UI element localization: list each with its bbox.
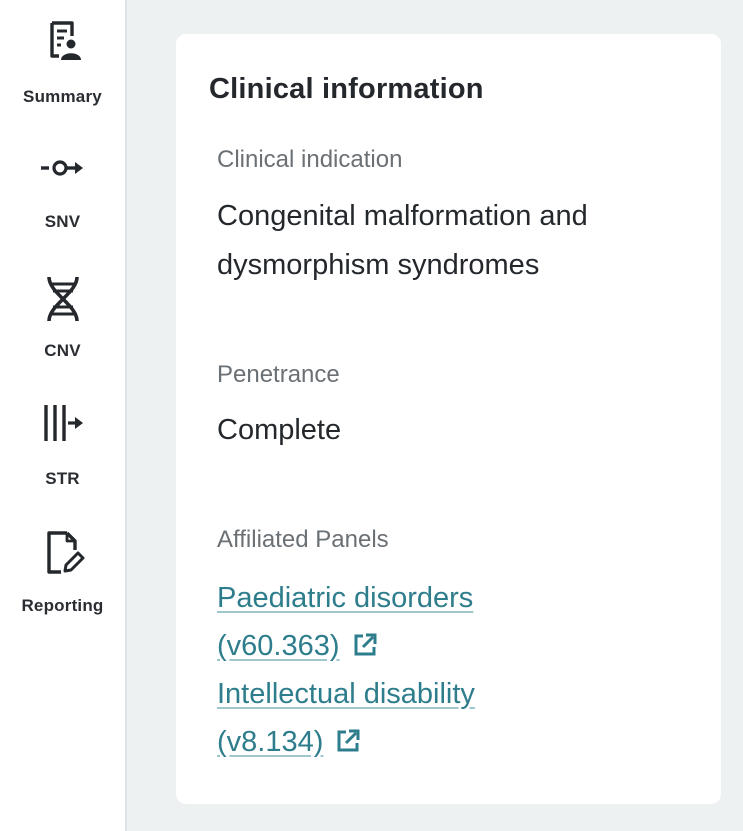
penetrance-label: Penetrance [217,361,340,388]
sidebar: Summary SNV CNV STR Reporting [0,0,127,831]
list-item: Paediatric disorders (v60.363) [217,574,547,670]
affiliated-panels-list: Paediatric disorders (v60.363) Intellect… [217,574,547,766]
penetrance-value: Complete [217,414,342,446]
clinical-indication-label: Clinical indication [217,146,403,173]
sidebar-item-cnv[interactable]: CNV [0,275,125,361]
sidebar-item-label: STR [45,469,80,488]
sidebar-item-snv[interactable]: SNV [0,154,125,232]
external-link-icon[interactable] [352,632,378,658]
list-item: Intellectual disability (v8.134) [217,670,547,766]
clinical-indication-value: Congenital malformation and dysmorphism … [217,200,588,281]
str-icon [43,405,83,441]
external-link-icon[interactable] [335,728,361,754]
sidebar-item-label: CNV [44,341,81,360]
dna-icon [46,276,79,322]
sidebar-item-str[interactable]: STR [0,402,125,489]
sidebar-item-summary[interactable]: Summary [0,18,125,107]
clinical-information-card: Clinical information Clinical indication… [176,34,721,804]
sidebar-item-label: SNV [44,212,81,231]
reporting-icon [46,531,84,574]
sidebar-item-reporting[interactable]: Reporting [0,530,125,616]
sidebar-item-label: Summary [23,87,102,106]
panel-link-paediatric-disorders[interactable]: Paediatric disorders (v60.363) [217,582,473,662]
sidebar-item-label: Reporting [21,596,104,615]
snv-icon [40,160,83,176]
summary-icon [49,21,81,60]
card-title: Clinical information [209,73,484,105]
affiliated-panels-label: Affiliated Panels [217,526,389,553]
